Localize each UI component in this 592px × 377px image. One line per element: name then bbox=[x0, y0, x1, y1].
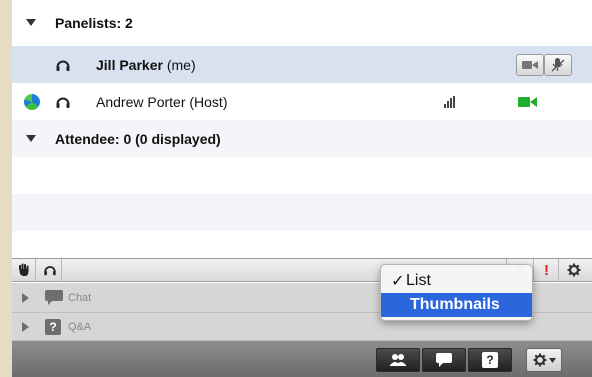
panelists-group-header[interactable]: Panelists: 2 bbox=[12, 4, 592, 41]
collapse-triangle-icon[interactable] bbox=[26, 135, 36, 142]
globe-icon bbox=[24, 93, 40, 110]
checkmark-icon: ✓ bbox=[391, 273, 405, 290]
question-icon: ? bbox=[45, 318, 61, 335]
mute-button[interactable] bbox=[544, 53, 572, 76]
audio-button[interactable] bbox=[38, 259, 62, 281]
participant-row[interactable]: Andrew Porter (Host) bbox=[12, 83, 592, 120]
video-camera-icon[interactable] bbox=[518, 96, 538, 108]
attendee-header-label: Attendee: 0 (0 displayed) bbox=[55, 130, 221, 147]
empty-row bbox=[12, 194, 592, 231]
qa-section-label: Q&A bbox=[68, 320, 92, 333]
panelists-header-label: Panelists: 2 bbox=[55, 14, 133, 31]
signal-bars-icon bbox=[444, 95, 455, 108]
participant-suffix: (me) bbox=[166, 56, 196, 73]
menu-item-list[interactable]: ✓ List bbox=[381, 269, 532, 293]
participant-name: Andrew Porter (Host) bbox=[96, 93, 228, 110]
gear-icon bbox=[567, 263, 581, 277]
chat-bubble-icon bbox=[45, 290, 63, 305]
gear-icon bbox=[533, 353, 546, 367]
empty-row bbox=[12, 231, 592, 258]
view-mode-menu: ✓ List Thumbnails bbox=[380, 264, 533, 321]
expand-triangle-icon[interactable] bbox=[22, 292, 29, 303]
participants-panel: Panelists: 2 Jill Parker (me) Andrew Por… bbox=[12, 0, 592, 377]
expand-triangle-icon[interactable] bbox=[22, 321, 29, 332]
alert-button[interactable]: ! bbox=[535, 259, 559, 281]
menu-item-label: List bbox=[406, 272, 431, 289]
people-icon bbox=[389, 354, 407, 366]
menu-item-label: Thumbnails bbox=[410, 296, 500, 313]
empty-row bbox=[12, 157, 592, 194]
headset-icon bbox=[56, 97, 70, 108]
participants-panel-button[interactable] bbox=[376, 348, 420, 372]
participant-name: Jill Parker (me) bbox=[96, 57, 196, 73]
participant-name-text: Jill Parker bbox=[96, 56, 163, 73]
dropdown-arrow-icon bbox=[548, 357, 556, 363]
participant-row[interactable]: Jill Parker (me) bbox=[12, 46, 592, 83]
video-toggle-button[interactable] bbox=[516, 53, 544, 76]
raise-hand-button[interactable] bbox=[12, 259, 36, 281]
panel-options-button[interactable] bbox=[526, 348, 562, 372]
question-icon: ? bbox=[482, 352, 498, 368]
chat-section-label: Chat bbox=[68, 291, 92, 304]
mute-microphone-icon bbox=[551, 57, 565, 72]
settings-button[interactable] bbox=[560, 259, 588, 281]
raise-hand-icon bbox=[18, 263, 29, 276]
chat-panel-button[interactable] bbox=[422, 348, 466, 372]
collapse-triangle-icon[interactable] bbox=[26, 19, 36, 26]
headset-icon bbox=[56, 60, 70, 71]
video-camera-icon bbox=[522, 60, 538, 69]
qa-panel-button[interactable]: ? bbox=[468, 348, 512, 372]
chat-bubble-icon bbox=[436, 353, 452, 367]
panel-switcher-bar: ? bbox=[12, 341, 592, 377]
attendee-group-header[interactable]: Attendee: 0 (0 displayed) bbox=[12, 120, 592, 157]
headset-icon bbox=[43, 266, 56, 276]
alert-icon: ! bbox=[544, 261, 549, 279]
menu-item-thumbnails[interactable]: Thumbnails bbox=[381, 293, 532, 317]
